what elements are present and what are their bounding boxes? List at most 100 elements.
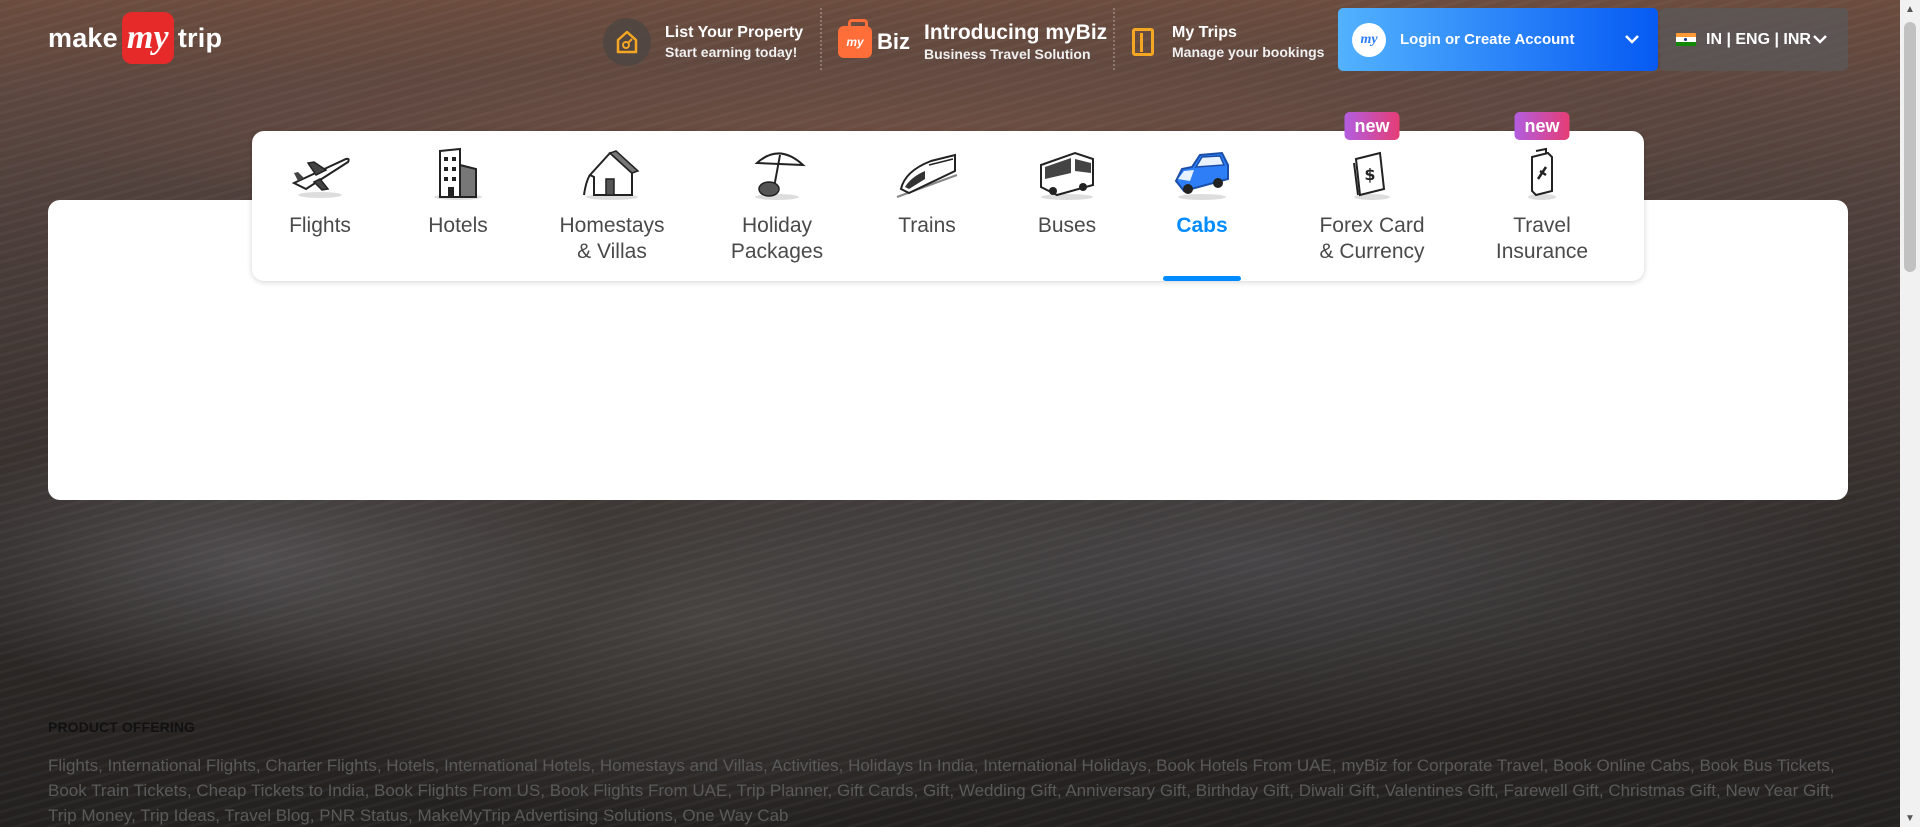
svg-text:$: $: [1364, 165, 1375, 184]
my-trips-link[interactable]: My Trips Manage your bookings: [1132, 14, 1324, 70]
nav-item-cabs[interactable]: Cabs: [1162, 131, 1242, 281]
bus-icon: [1035, 145, 1099, 203]
flight-icon: [288, 145, 352, 203]
nav-label-homestays: Homestays & Villas: [559, 214, 665, 263]
locale-selector[interactable]: IN | ENG | INR: [1660, 8, 1848, 71]
product-offering-link[interactable]: Christmas Gift: [1608, 781, 1716, 800]
product-offering-link[interactable]: Anniversary Gift: [1065, 781, 1186, 800]
nav-item-buses[interactable]: Buses: [1022, 131, 1112, 281]
product-offering-link[interactable]: Trip Planner: [736, 781, 827, 800]
nav-item-flights[interactable]: Flights: [274, 131, 366, 281]
mybiz-icon: my Biz: [838, 19, 910, 58]
nav-label-holiday-packages: Holiday Packages: [730, 214, 824, 263]
login-label: Login or Create Account: [1400, 31, 1575, 48]
locale-label: IN | ENG | INR: [1706, 30, 1811, 48]
logo-badge-my: my: [121, 12, 174, 64]
product-offering-link[interactable]: Hotels: [386, 756, 434, 775]
product-offering-link[interactable]: Charter Flights: [265, 756, 376, 775]
product-offering-link[interactable]: Holidays In India: [848, 756, 974, 775]
product-offering-link[interactable]: Valentines Gift: [1385, 781, 1494, 800]
train-icon: [895, 145, 959, 203]
top-header: make my trip List Your Property Start ea…: [0, 0, 1900, 86]
mybiz-subtitle: Business Travel Solution: [924, 46, 1091, 62]
new-badge: new: [1514, 112, 1570, 140]
product-offering-link[interactable]: International Hotels: [444, 756, 590, 775]
product-offering-link[interactable]: Wedding Gift: [959, 781, 1057, 800]
product-offering-link[interactable]: Birthday Gift: [1196, 781, 1290, 800]
product-offering-link[interactable]: One Way Cab: [682, 806, 788, 825]
product-offering-title: PRODUCT OFFERING: [48, 719, 196, 735]
product-offering-link[interactable]: Diwali Gift: [1299, 781, 1376, 800]
product-offering-link[interactable]: Activities: [772, 756, 839, 775]
product-offering-link[interactable]: Gift Cards: [837, 781, 914, 800]
product-offering-link[interactable]: International Flights: [108, 756, 256, 775]
list-property-link[interactable]: List Your Property Start earning today!: [603, 14, 803, 70]
product-offering-link[interactable]: Book Hotels From UAE: [1156, 756, 1332, 775]
product-offering-link[interactable]: Trip Money: [48, 806, 131, 825]
header-divider: [1113, 8, 1115, 70]
mybiz-bag-icon: my: [838, 19, 872, 58]
mybiz-title: Introducing myBiz: [924, 21, 1108, 44]
nav-item-holiday-packages[interactable]: Holiday Packages: [722, 131, 832, 281]
product-offering-link[interactable]: New Year Gift: [1725, 781, 1829, 800]
product-offering-link[interactable]: Farewell Gift: [1503, 781, 1598, 800]
nav-label-hotels: Hotels: [428, 214, 488, 237]
nav-label-travel-insurance: Travel Insurance: [1495, 214, 1589, 263]
product-offering-link[interactable]: Cheap Tickets to India: [196, 781, 364, 800]
list-property-title: List Your Property: [665, 24, 804, 41]
my-trips-title: My Trips: [1172, 24, 1237, 41]
user-avatar-icon: my: [1352, 22, 1386, 57]
nav-label-trains: Trains: [898, 214, 956, 237]
product-offering-links: Flights, International Flights, Charter …: [48, 756, 1835, 825]
property-key-icon: [603, 18, 651, 66]
product-offering-link[interactable]: International Holidays: [983, 756, 1146, 775]
nav-item-travel-insurance[interactable]: new Travel Insurance: [1492, 112, 1592, 281]
suitcase-icon: [1132, 28, 1154, 56]
product-offering-link[interactable]: Book Train Tickets: [48, 781, 187, 800]
brand-logo[interactable]: make my trip: [48, 12, 222, 64]
nav-label-cabs: Cabs: [1176, 214, 1228, 237]
nav-label-flights: Flights: [289, 214, 351, 237]
new-badge: new: [1344, 112, 1400, 140]
scroll-down-arrow-icon[interactable]: ▼: [1900, 809, 1920, 827]
product-offering-link[interactable]: Homestays and Villas: [600, 756, 763, 775]
product-offering-link[interactable]: Flights: [48, 756, 98, 775]
homestay-icon: [580, 145, 644, 203]
scroll-up-arrow-icon[interactable]: ▲: [1900, 0, 1920, 18]
my-trips-subtitle: Manage your bookings: [1172, 44, 1325, 60]
nav-item-homestays[interactable]: Homestays & Villas: [552, 131, 672, 281]
product-offering-link[interactable]: Book Bus Tickets: [1699, 756, 1829, 775]
logo-text-trip: trip: [177, 22, 223, 53]
product-offering-link[interactable]: Book Flights From US: [374, 781, 540, 800]
nav-item-hotels[interactable]: Hotels: [412, 131, 504, 281]
product-nav: Flights Hotels Homestays & Villas Holida…: [252, 112, 1644, 281]
nav-label-buses: Buses: [1037, 214, 1097, 237]
product-offering-link[interactable]: MakeMyTrip Advertising Solutions: [417, 806, 672, 825]
nav-label-forex: Forex Card & Currency: [1319, 214, 1425, 263]
holiday-icon: [745, 145, 809, 203]
cab-icon: [1170, 145, 1234, 203]
mybiz-biz-text: Biz: [877, 29, 910, 54]
nav-item-trains[interactable]: Trains: [882, 131, 972, 281]
product-offering-link[interactable]: Gift: [923, 781, 949, 800]
product-offering-link[interactable]: Trip Ideas: [140, 806, 215, 825]
logo-text-make: make: [48, 22, 118, 53]
product-offering-link[interactable]: myBiz for Corporate Travel: [1341, 756, 1543, 775]
scroll-thumb[interactable]: [1904, 22, 1916, 272]
chevron-down-icon: [1624, 31, 1640, 49]
product-offering-link[interactable]: Travel Blog: [224, 806, 309, 825]
forex-icon: $: [1340, 145, 1404, 203]
mybiz-link[interactable]: my Biz Introducing myBiz Business Travel…: [838, 14, 1107, 70]
product-offering-link[interactable]: Book Online Cabs: [1553, 756, 1690, 775]
header-divider: [820, 8, 822, 70]
login-button[interactable]: my Login or Create Account: [1338, 8, 1658, 71]
india-flag-icon: [1676, 32, 1696, 47]
nav-item-forex[interactable]: new $ Forex Card & Currency: [1312, 112, 1432, 281]
list-property-subtitle: Start earning today!: [665, 44, 798, 60]
insurance-icon: [1510, 145, 1574, 203]
product-offering-link[interactable]: Book Flights From UAE: [550, 781, 728, 800]
chevron-down-icon: [1812, 31, 1828, 49]
product-offering-link[interactable]: PNR Status: [319, 806, 408, 825]
hotel-icon: [426, 145, 490, 203]
page-scrollbar[interactable]: ▲ ▼: [1900, 0, 1920, 827]
